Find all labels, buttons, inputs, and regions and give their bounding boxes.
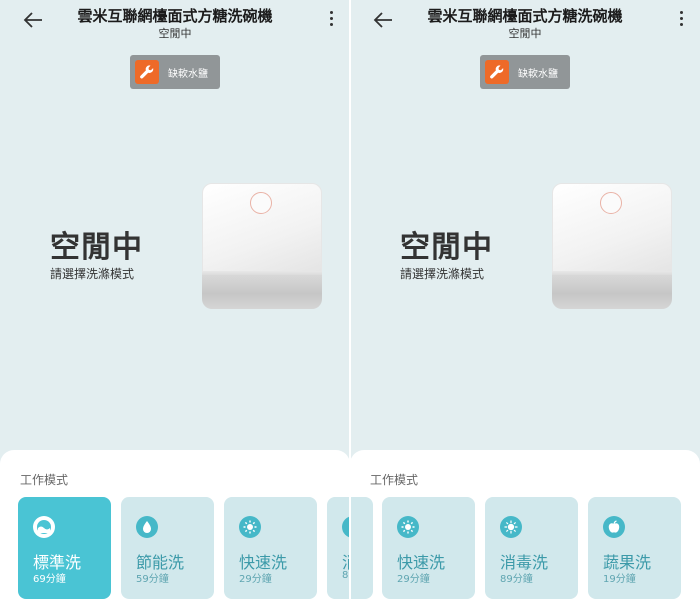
- dishwasher-image: [202, 183, 322, 311]
- mode-sheet: 工作模式 快速洗 29分鐘 消毒洗 89分鐘 蔬果洗 19分鐘: [350, 450, 700, 600]
- mode-card-quick[interactable]: 快速洗 29分鐘: [224, 497, 317, 599]
- section-label: 工作模式: [370, 473, 419, 487]
- alert-text: 缺軟水鹽: [168, 69, 208, 80]
- mode-card-sterilize-partial[interactable]: 消 8: [327, 497, 350, 599]
- mode-duration: 59分鐘: [136, 574, 169, 585]
- status-headline: 空閒中: [50, 230, 143, 265]
- status-hint: 請選擇洗滌模式: [50, 267, 135, 281]
- mode-sheet: 工作模式 標準洗 69分鐘 節能洗 59分鐘 快速洗 29分鐘 8: [0, 450, 350, 600]
- mode-duration: 89分鐘: [500, 574, 533, 585]
- power-button-graphic: [600, 192, 622, 214]
- alert-badge-salt[interactable]: 缺軟水鹽: [130, 55, 220, 89]
- mode-duration: 29分鐘: [239, 574, 272, 585]
- page-title: 雲米互聯網檯面式方糖洗碗機: [427, 7, 623, 25]
- mode-card-partial[interactable]: [350, 497, 373, 599]
- screen-divider: [349, 0, 351, 600]
- mode-card-eco[interactable]: 節能洗 59分鐘: [121, 497, 214, 599]
- mode-duration: 8: [342, 570, 349, 581]
- power-button-graphic: [250, 192, 272, 214]
- alert-text: 缺軟水鹽: [518, 69, 558, 80]
- screen-left: 雲米互聯網檯面式方糖洗碗機 空閒中 缺軟水鹽 空閒中 請選擇洗滌模式 工作模式 …: [0, 0, 350, 600]
- apple-icon: [603, 516, 625, 538]
- page-subtitle: 空閒中: [158, 27, 192, 40]
- more-options-icon[interactable]: [678, 11, 684, 29]
- mode-duration: 29分鐘: [397, 574, 430, 585]
- mode-card-standard[interactable]: 標準洗 69分鐘: [18, 497, 111, 599]
- status-headline: 空閒中: [400, 230, 493, 265]
- page-title: 雲米互聯網檯面式方糖洗碗機: [77, 7, 273, 25]
- more-options-icon[interactable]: [328, 11, 334, 29]
- virus-icon: [500, 516, 522, 538]
- page-subtitle: 空閒中: [508, 27, 542, 40]
- mode-card-sterilize[interactable]: 消毒洗 89分鐘: [485, 497, 578, 599]
- wrench-icon: [135, 60, 159, 84]
- dishwasher-image: [552, 183, 672, 311]
- alert-badge-salt[interactable]: 缺軟水鹽: [480, 55, 570, 89]
- screen-right: 雲米互聯網檯面式方糖洗碗機 空閒中 缺軟水鹽 空閒中 請選擇洗滌模式 工作模式: [350, 0, 700, 600]
- status-hint: 請選擇洗滌模式: [400, 267, 485, 281]
- app-root: 雲米互聯網檯面式方糖洗碗機 空閒中 缺軟水鹽 空閒中 請選擇洗滌模式 工作模式 …: [0, 0, 700, 600]
- wrench-icon: [485, 60, 509, 84]
- mode-duration: 19分鐘: [603, 574, 636, 585]
- water-drop-icon: [136, 516, 158, 538]
- water-wave-icon: [33, 516, 55, 538]
- mode-duration: 69分鐘: [33, 574, 66, 585]
- mode-card-fruit-veg[interactable]: 蔬果洗 19分鐘: [588, 497, 681, 599]
- sun-icon: [239, 516, 261, 538]
- sun-icon: [397, 516, 419, 538]
- section-label: 工作模式: [20, 473, 69, 487]
- mode-card-quick[interactable]: 快速洗 29分鐘: [382, 497, 475, 599]
